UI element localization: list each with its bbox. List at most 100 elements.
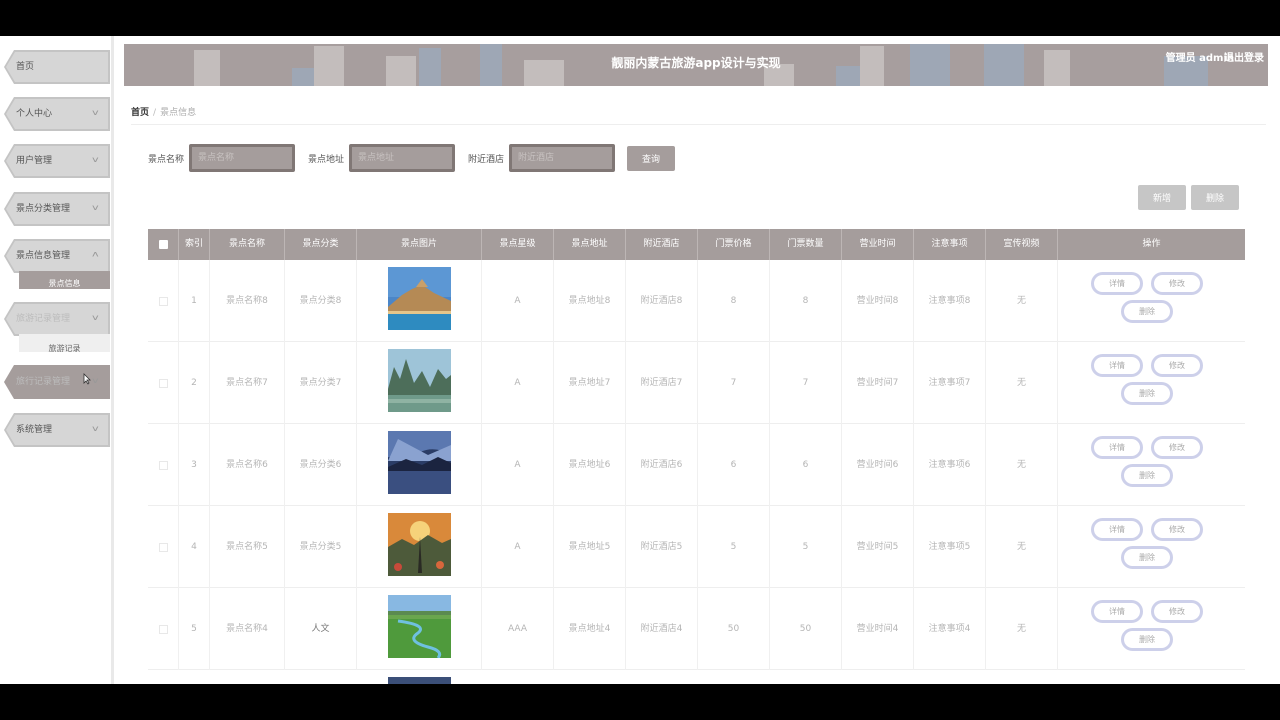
scenic-image — [388, 595, 451, 658]
row-checkbox[interactable] — [159, 543, 168, 552]
cell-name: 景点名称8 — [210, 260, 285, 342]
submenu-travel-record[interactable]: 旅游记录 — [19, 334, 110, 352]
cell-hotel: 附近酒店4 — [626, 588, 698, 670]
row-checkbox[interactable] — [159, 461, 168, 470]
cell-hours: 营业时间7 — [842, 342, 914, 424]
cell-address: 景点地址5 — [554, 506, 626, 588]
delete-button[interactable]: 删除 — [1121, 628, 1173, 651]
sidebar-item-home[interactable]: 首页 — [4, 50, 110, 84]
cell-hours: 营业时间8 — [842, 260, 914, 342]
cell-quantity: 8 — [770, 260, 842, 342]
cell-address: 景点地址7 — [554, 342, 626, 424]
pointer-cursor-icon — [83, 373, 91, 385]
app-window: 首页 个人中心 v 用户管理 v 景点分类管理 v 景点信息管理 v 景点信息 … — [0, 36, 1280, 684]
column-header: 操作 — [1142, 239, 1161, 249]
sidebar-item-travel-record[interactable]: 旅游记录管理 v — [4, 302, 110, 336]
cell-category: 景点分类8 — [285, 260, 357, 342]
cell-star: A — [482, 424, 554, 506]
chevron-down-icon: v — [92, 376, 99, 385]
delete-button[interactable]: 删除 — [1121, 300, 1173, 323]
delete-button[interactable]: 删除 — [1121, 546, 1173, 569]
column-header: 索引 — [179, 229, 210, 260]
search-hotel-input[interactable] — [509, 144, 615, 172]
table-row: 1 景点名称8 景点分类8 A 景点地址8 附近酒店8 8 8 营业时间8 注意… — [148, 260, 1245, 342]
add-button[interactable]: 新增 — [1138, 185, 1186, 210]
cell-category: 景点分类7 — [285, 342, 357, 424]
table-header: 索引 景点名称 景点分类 景点图片 景点星级 景点地址 附近酒店 门票价格 门票… — [148, 229, 1245, 260]
sidebar-item-trip-record[interactable]: 旅行记录管理 v — [4, 365, 110, 399]
column-header: 注意事项 — [914, 229, 986, 260]
edit-button[interactable]: 修改 — [1151, 518, 1203, 541]
logout-link[interactable]: 退出登录 — [1224, 44, 1264, 74]
scenic-image — [388, 349, 451, 412]
cell-hotel: 附近酒店6 — [626, 424, 698, 506]
detail-button[interactable]: 详情 — [1091, 436, 1143, 459]
column-header: 营业时间 — [842, 229, 914, 260]
cell-hours: 营业时间6 — [842, 424, 914, 506]
detail-button[interactable]: 详情 — [1091, 354, 1143, 377]
divider — [131, 124, 1266, 125]
column-header: 景点名称 — [210, 229, 285, 260]
cell-name: 景点名称7 — [210, 342, 285, 424]
table-row: 2 景点名称7 景点分类7 A 景点地址7 附近酒店7 7 7 营业时间7 注意… — [148, 342, 1245, 424]
sidebar-item-category-management[interactable]: 景点分类管理 v — [4, 192, 110, 226]
chevron-down-icon: v — [92, 203, 99, 212]
edit-button[interactable]: 修改 — [1151, 354, 1203, 377]
cell-quantity: 50 — [770, 588, 842, 670]
cell-index: 3 — [179, 424, 210, 506]
column-header: 景点地址 — [554, 229, 626, 260]
detail-button[interactable]: 详情 — [1091, 600, 1143, 623]
top-header: 靓丽内蒙古旅游app设计与实现 管理员 admin 退出登录 — [124, 44, 1268, 86]
edit-button[interactable]: 修改 — [1151, 600, 1203, 623]
cell-price: 8 — [698, 260, 770, 342]
cell-price: 50 — [698, 588, 770, 670]
breadcrumb: 首页 / 景点信息 — [131, 105, 196, 118]
delete-button[interactable]: 删除 — [1121, 382, 1173, 405]
row-checkbox[interactable] — [159, 625, 168, 634]
search-address-input[interactable] — [349, 144, 455, 172]
batch-delete-button[interactable]: 删除 — [1191, 185, 1239, 210]
sidebar-item-system-management[interactable]: 系统管理 v — [4, 413, 110, 447]
column-header: 景点分类 — [285, 229, 357, 260]
cell-name: 景点名称4 — [210, 588, 285, 670]
breadcrumb-home[interactable]: 首页 — [131, 108, 149, 118]
table-row: 4 景点名称5 景点分类5 A 景点地址5 附近酒店5 5 5 营业时间5 注意… — [148, 506, 1245, 588]
search-name-input[interactable] — [189, 144, 295, 172]
edit-button[interactable]: 修改 — [1151, 272, 1203, 295]
sidebar-item-scenic-management[interactable]: 景点信息管理 v — [4, 239, 110, 273]
cell-hotel: 附近酒店5 — [626, 506, 698, 588]
query-button[interactable]: 查询 — [627, 146, 675, 171]
sidebar-item-user-management[interactable]: 用户管理 v — [4, 144, 110, 178]
cell-video: 无 — [986, 588, 1058, 670]
cell-index: 5 — [179, 588, 210, 670]
detail-button[interactable]: 详情 — [1091, 272, 1143, 295]
cell-note: 注意事项7 — [914, 342, 986, 424]
sidebar-item-personal-center[interactable]: 个人中心 v — [4, 97, 110, 131]
row-checkbox[interactable] — [159, 379, 168, 388]
delete-button[interactable]: 删除 — [1121, 464, 1173, 487]
column-header: 景点星级 — [482, 229, 554, 260]
detail-button[interactable]: 详情 — [1091, 518, 1143, 541]
row-checkbox[interactable] — [159, 297, 168, 306]
sidebar-item-label: 首页 — [16, 62, 35, 72]
column-header: 门票数量 — [770, 229, 842, 260]
scenic-image — [388, 677, 451, 684]
cell-note: 注意事项8 — [914, 260, 986, 342]
cell-hotel: 附近酒店7 — [626, 342, 698, 424]
scenic-image — [388, 267, 451, 330]
cell-video: 无 — [986, 342, 1058, 424]
breadcrumb-current: 景点信息 — [160, 108, 197, 118]
cell-price: 7 — [698, 342, 770, 424]
chevron-down-icon: v — [92, 108, 99, 117]
cell-index: 1 — [179, 260, 210, 342]
cell-note: 注意事项5 — [914, 506, 986, 588]
cell-quantity: 6 — [770, 424, 842, 506]
submenu-scenic-info[interactable]: 景点信息 — [19, 271, 110, 289]
select-all-checkbox[interactable] — [159, 240, 168, 249]
column-header: 宣传视频 — [986, 229, 1058, 260]
column-header: 附近酒店 — [626, 229, 698, 260]
cell-hours: 营业时间5 — [842, 506, 914, 588]
edit-button[interactable]: 修改 — [1151, 436, 1203, 459]
cell-name: 景点名称5 — [210, 506, 285, 588]
cell-hours: 营业时间4 — [842, 588, 914, 670]
